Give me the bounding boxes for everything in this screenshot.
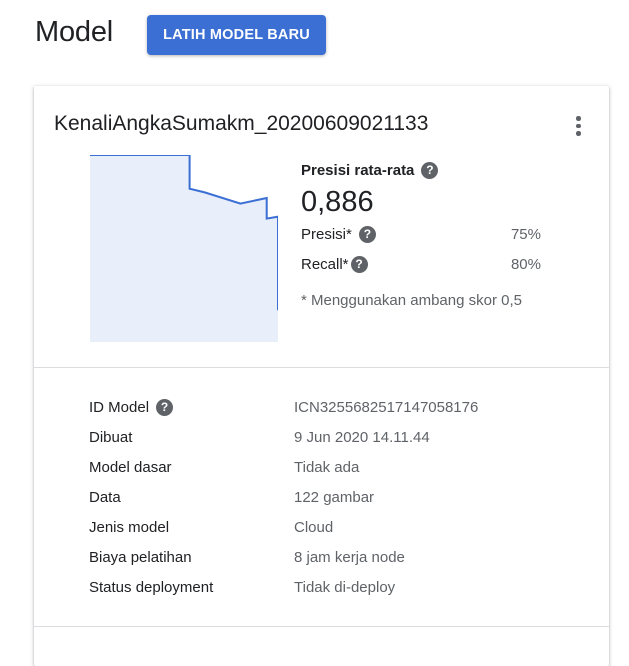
- detail-label: Jenis model: [89, 518, 170, 536]
- metrics-panel: Presisi rata-rata ? 0,886 Presisi* ? 75%…: [301, 160, 541, 309]
- precision-label: Presisi*: [301, 225, 352, 243]
- detail-value: ICN3255682517147058176: [294, 398, 479, 416]
- detail-value: Cloud: [294, 518, 334, 536]
- page-title: Model: [35, 16, 113, 48]
- precision-recall-chart: [90, 155, 278, 342]
- help-icon[interactable]: ?: [421, 161, 439, 179]
- detail-row: Status deployment Tidak di-deploy: [89, 572, 549, 602]
- help-icon[interactable]: ?: [156, 398, 174, 416]
- recall-value: 80%: [510, 255, 541, 273]
- help-icon[interactable]: ?: [350, 255, 368, 273]
- precision-recall-area: [90, 155, 278, 342]
- detail-row: Model dasar Tidak ada: [89, 452, 549, 482]
- model-details: ID Model? ICN3255682517147058176 Dibuat 9 J…: [89, 392, 549, 602]
- train-new-model-button[interactable]: LATIH MODEL BARU: [147, 15, 326, 55]
- avg-precision-value: 0,886: [301, 186, 374, 218]
- avg-precision-label: Presisi rata-rata: [301, 161, 415, 179]
- detail-value: 9 Jun 2020 14.11.44: [294, 428, 430, 446]
- recall-row: Recall* ? 80%: [301, 254, 541, 274]
- score-threshold-note: * Menggunakan ambang skor 0,5: [301, 292, 522, 309]
- more-vert-icon[interactable]: [568, 114, 588, 138]
- detail-row: Data 122 gambar: [89, 482, 549, 512]
- detail-label: ID Model: [89, 398, 150, 416]
- divider: [34, 367, 609, 368]
- detail-label: Status deployment: [89, 578, 214, 596]
- detail-label: Biaya pelatihan: [89, 548, 192, 566]
- detail-value: Tidak di-deploy: [294, 578, 396, 596]
- detail-row: ID Model? ICN3255682517147058176: [89, 392, 549, 422]
- help-icon[interactable]: ?: [358, 225, 376, 243]
- precision-value: 75%: [510, 225, 541, 243]
- detail-row: Biaya pelatihan 8 jam kerja node: [89, 542, 549, 572]
- detail-label: Model dasar: [89, 458, 172, 476]
- detail-value: 8 jam kerja node: [294, 548, 405, 566]
- divider: [34, 626, 609, 627]
- detail-row: Jenis model Cloud: [89, 512, 549, 542]
- recall-label: Recall*: [301, 255, 349, 273]
- model-card: KenaliAngkaSumakm_20200609021133 Presisi…: [34, 86, 609, 666]
- detail-label: Data: [89, 488, 121, 506]
- detail-value: Tidak ada: [294, 458, 360, 476]
- model-name: KenaliAngkaSumakm_20200609021133: [54, 112, 429, 135]
- detail-label: Dibuat: [89, 428, 133, 446]
- detail-value: 122 gambar: [294, 488, 375, 506]
- precision-row: Presisi* ? 75%: [301, 224, 541, 244]
- detail-row: Dibuat 9 Jun 2020 14.11.44: [89, 422, 549, 452]
